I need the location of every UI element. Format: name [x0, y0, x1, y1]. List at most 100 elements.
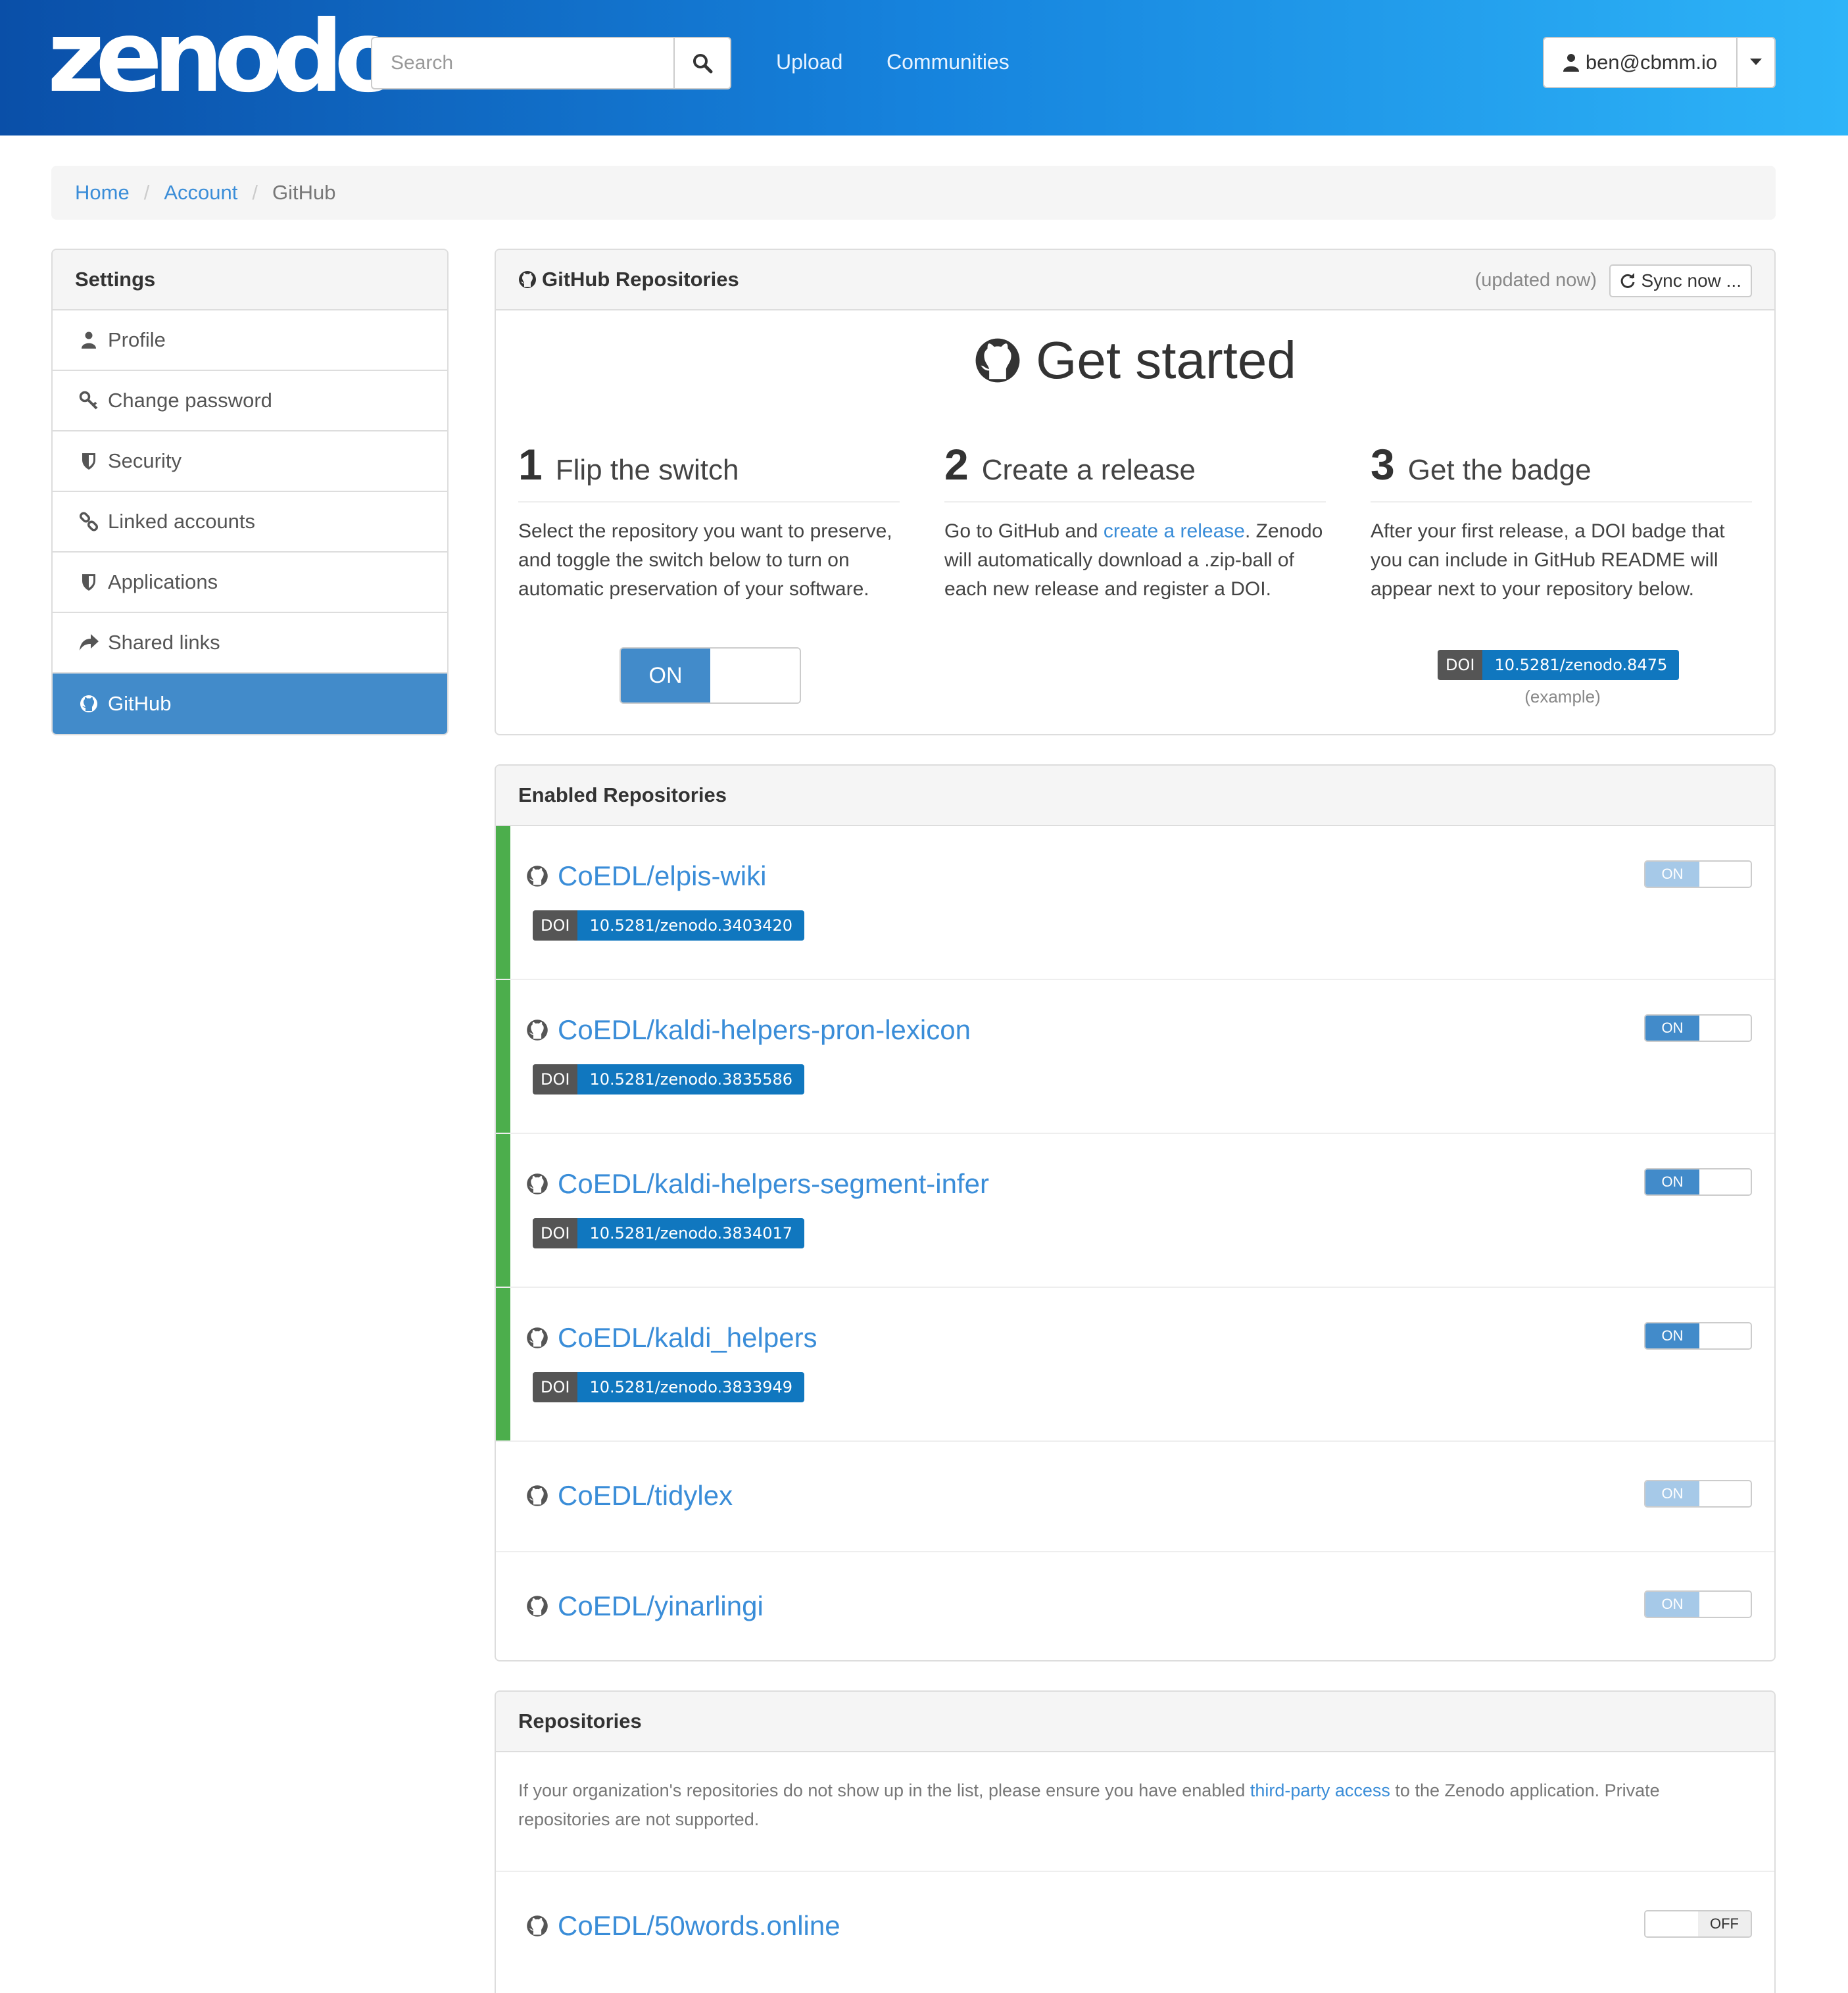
- user-menu[interactable]: ben@cbmm.io: [1543, 37, 1776, 88]
- step-2: 2 Create a release Go to GitHub and crea…: [944, 439, 1326, 604]
- sync-now-button[interactable]: Sync now ...: [1609, 264, 1752, 297]
- doi-badge-value: 10.5281/zenodo.3834017: [577, 1218, 805, 1248]
- enabled-indicator: [496, 1288, 510, 1440]
- step-title: 3 Get the badge: [1371, 439, 1752, 503]
- sidebar-item-label: Linked accounts: [108, 510, 256, 533]
- repo-row: CoEDL/kaldi-helpers-pron-lexicon DOI 10.…: [496, 980, 1774, 1134]
- doi-badge[interactable]: DOI 10.5281/zenodo.3833949: [533, 1372, 805, 1402]
- github-icon: [519, 271, 536, 288]
- example-toggle-switch[interactable]: ON: [620, 647, 801, 704]
- breadcrumb-github: GitHub: [272, 181, 336, 204]
- doi-badge-label: DOI: [533, 1372, 578, 1402]
- sidebar-item-github[interactable]: GitHub: [53, 674, 447, 734]
- user-icon: [1563, 54, 1579, 72]
- sidebar-item-change-password[interactable]: Change password: [53, 371, 447, 431]
- panel-header: Repositories: [496, 1692, 1774, 1752]
- repo-toggle[interactable]: ON: [1644, 1168, 1752, 1196]
- step-name: Get the badge: [1407, 454, 1592, 486]
- step-text: After your first release, a DOI badge th…: [1371, 520, 1725, 600]
- repo-toggle[interactable]: ON: [1644, 1014, 1752, 1042]
- repo-name: CoEDL/50words.online: [558, 1910, 840, 1941]
- create-release-link[interactable]: create a release: [1104, 520, 1245, 542]
- step-name: Create a release: [981, 454, 1196, 486]
- repo-toggle[interactable]: ON: [1644, 1590, 1752, 1618]
- key-icon: [79, 391, 99, 410]
- repo-row: CoEDL/50words.online OFF: [496, 1872, 1774, 1982]
- sidebar-item-label: Security: [108, 449, 182, 472]
- toggle-on-label: ON: [1645, 1169, 1699, 1194]
- sidebar-item-applications[interactable]: Applications: [53, 553, 447, 613]
- zenodo-logo[interactable]: zenodo: [47, 8, 402, 107]
- repo-toggle[interactable]: ON: [1644, 1322, 1752, 1350]
- link-icon: [79, 512, 99, 531]
- repo-toggle[interactable]: ON: [1644, 1480, 1752, 1508]
- shield-icon: [79, 572, 99, 592]
- toggle-on-label: ON: [1645, 1323, 1699, 1348]
- repo-link[interactable]: CoEDL/yinarlingi: [526, 1590, 764, 1622]
- step-title: 2 Create a release: [944, 439, 1326, 503]
- get-started-title: Get started: [1036, 331, 1296, 389]
- sidebar-item-label: Change password: [108, 389, 272, 412]
- repo-name: CoEDL/kaldi_helpers: [558, 1322, 817, 1353]
- repo-name: CoEDL/kaldi-helpers-segment-infer: [558, 1168, 989, 1199]
- step-number: 1: [518, 440, 543, 489]
- github-icon: [527, 866, 548, 887]
- toggle-off-label: OFF: [1698, 1911, 1751, 1936]
- toggle-on-label: ON: [1645, 1481, 1699, 1506]
- sidebar-item-shared-links[interactable]: Shared links: [53, 613, 447, 674]
- repositories-panel: Repositories If your organization's repo…: [495, 1690, 1776, 1993]
- github-icon: [527, 1173, 548, 1194]
- repositories-note: If your organization's repositories do n…: [496, 1752, 1774, 1872]
- repo-toggle[interactable]: ON: [1644, 860, 1752, 888]
- repo-link[interactable]: CoEDL/kaldi-helpers-pron-lexicon: [526, 1014, 971, 1046]
- doi-badge[interactable]: DOI 10.5281/zenodo.3834017: [533, 1218, 805, 1248]
- sidebar-item-label: Applications: [108, 570, 218, 593]
- toggle-off-area: [1699, 1592, 1751, 1617]
- repo-row: CoEDL/elpis-wiki DOI 10.5281/zenodo.3403…: [496, 826, 1774, 980]
- step-text: Go to GitHub and create a release. Zenod…: [944, 517, 1326, 604]
- user-dropdown-toggle[interactable]: [1738, 38, 1774, 87]
- settings-sidebar: Settings Profile Change password Securit…: [51, 249, 449, 735]
- doi-badge-value: 10.5281/zenodo.3833949: [577, 1372, 805, 1402]
- breadcrumb-home[interactable]: Home: [75, 181, 130, 205]
- nav-upload[interactable]: Upload: [776, 50, 842, 74]
- toggle-on-label: ON: [1645, 1016, 1699, 1041]
- doi-badge-value: 10.5281/zenodo.3403420: [577, 910, 805, 941]
- search-form: [371, 37, 731, 89]
- nav-communities[interactable]: Communities: [887, 50, 1009, 74]
- get-started-heading: Get started: [496, 330, 1774, 391]
- sidebar-title: Settings: [53, 250, 447, 310]
- sidebar-item-profile[interactable]: Profile: [53, 310, 447, 371]
- github-icon: [527, 1596, 548, 1617]
- breadcrumb-account[interactable]: Account: [164, 181, 237, 205]
- repo-link[interactable]: CoEDL/50words.online: [526, 1910, 840, 1942]
- repo-link[interactable]: CoEDL/tidylex: [526, 1480, 733, 1512]
- repo-link[interactable]: CoEDL/kaldi-helpers-segment-infer: [526, 1168, 989, 1200]
- repo-toggle[interactable]: OFF: [1644, 1910, 1752, 1938]
- doi-badge[interactable]: DOI 10.5281/zenodo.3403420: [533, 910, 805, 941]
- repo-link[interactable]: CoEDL/elpis-wiki: [526, 860, 766, 892]
- breadcrumb: Home / Account / GitHub: [51, 166, 1776, 220]
- search-button[interactable]: [673, 37, 731, 89]
- note-text: If your organization's repositories do n…: [518, 1781, 1250, 1800]
- panel-header: GitHub Repositories (updated now) Sync n…: [496, 250, 1774, 310]
- panel-title: GitHub Repositories: [542, 268, 739, 291]
- sidebar-item-linked-accounts[interactable]: Linked accounts: [53, 492, 447, 553]
- sync-now-label: Sync now ...: [1641, 270, 1741, 291]
- toggle-off-area: [1699, 1323, 1751, 1348]
- doi-badge-label: DOI: [533, 1218, 578, 1248]
- step-1: 1 Flip the switch Select the repository …: [518, 439, 900, 604]
- breadcrumb-separator: /: [143, 181, 150, 204]
- user-icon: [79, 330, 99, 350]
- repo-link[interactable]: CoEDL/kaldi_helpers: [526, 1322, 817, 1354]
- search-input[interactable]: [371, 37, 673, 89]
- third-party-access-link[interactable]: third-party access: [1250, 1781, 1390, 1800]
- sidebar-item-label: Profile: [108, 328, 166, 351]
- doi-badge[interactable]: DOI 10.5281/zenodo.3835586: [533, 1064, 805, 1095]
- toggle-off-area: [1699, 1169, 1751, 1194]
- sidebar-item-security[interactable]: Security: [53, 431, 447, 492]
- user-button[interactable]: ben@cbmm.io: [1544, 38, 1738, 87]
- doi-badge-value: 10.5281/zenodo.3835586: [577, 1064, 805, 1095]
- doi-badge-value: 10.5281/zenodo.8475: [1482, 650, 1680, 680]
- example-doi-badge: DOI 10.5281/zenodo.8475: [1438, 650, 1680, 680]
